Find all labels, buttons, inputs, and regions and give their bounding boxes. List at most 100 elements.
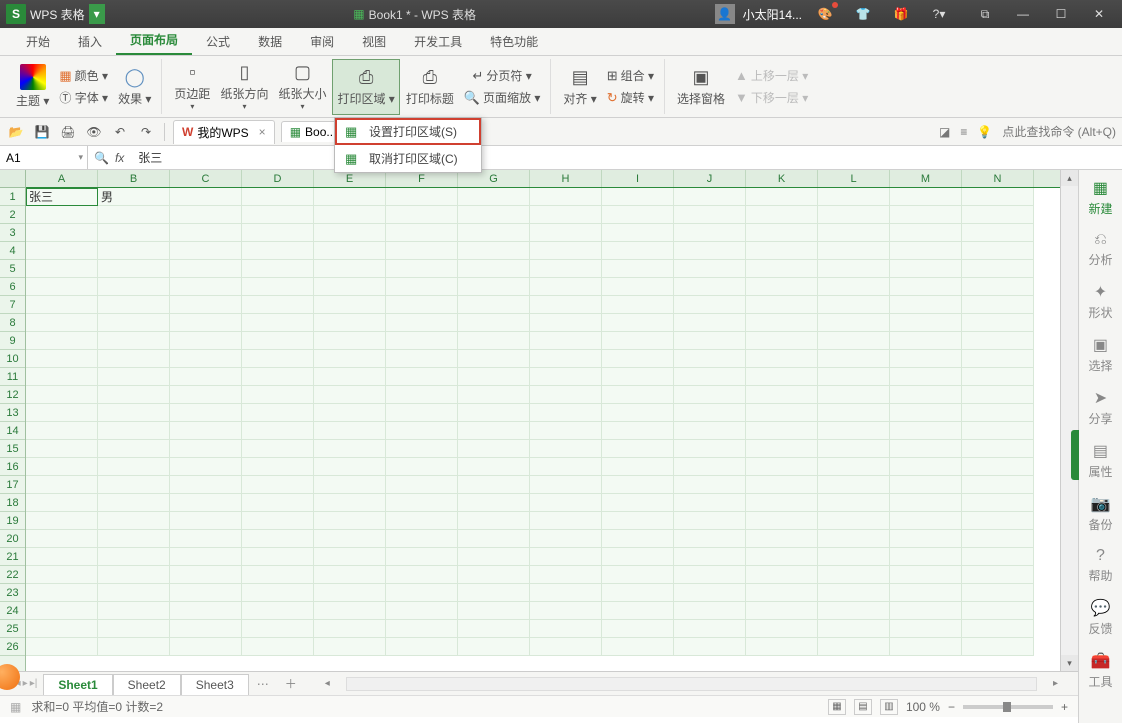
cell-A2[interactable]: [26, 206, 98, 224]
cell-K26[interactable]: [746, 638, 818, 656]
cell-I12[interactable]: [602, 386, 674, 404]
cell-F4[interactable]: [386, 242, 458, 260]
print-area-button[interactable]: ⎙打印区域 ▾: [332, 59, 399, 115]
align-button[interactable]: ▤对齐 ▾: [559, 59, 600, 115]
cell-L13[interactable]: [818, 404, 890, 422]
scale-button[interactable]: 🔍页面缩放 ▾: [460, 87, 545, 109]
cell-L7[interactable]: [818, 296, 890, 314]
skin-icon[interactable]: 🎨: [810, 0, 840, 28]
cell-N3[interactable]: [962, 224, 1034, 242]
cell-C14[interactable]: [170, 422, 242, 440]
cell-J20[interactable]: [674, 530, 746, 548]
cell-F18[interactable]: [386, 494, 458, 512]
cell-A22[interactable]: [26, 566, 98, 584]
cell-H9[interactable]: [530, 332, 602, 350]
cell-L24[interactable]: [818, 602, 890, 620]
scroll-down-icon[interactable]: ▾: [1061, 655, 1078, 671]
cell-B8[interactable]: [98, 314, 170, 332]
row-header-14[interactable]: 14: [0, 422, 25, 440]
cell-M21[interactable]: [890, 548, 962, 566]
cell-K2[interactable]: [746, 206, 818, 224]
cell-N5[interactable]: [962, 260, 1034, 278]
cell-M6[interactable]: [890, 278, 962, 296]
next-sheet-icon[interactable]: ▸: [23, 678, 28, 689]
cell-K14[interactable]: [746, 422, 818, 440]
cell-A20[interactable]: [26, 530, 98, 548]
cell-H6[interactable]: [530, 278, 602, 296]
cell-D24[interactable]: [242, 602, 314, 620]
cell-K18[interactable]: [746, 494, 818, 512]
cell-H8[interactable]: [530, 314, 602, 332]
cell-I10[interactable]: [602, 350, 674, 368]
side-select[interactable]: ▣选择: [1088, 335, 1112, 374]
cell-A21[interactable]: [26, 548, 98, 566]
cell-H23[interactable]: [530, 584, 602, 602]
hscroll-left-icon[interactable]: ◂: [325, 678, 330, 689]
col-header-J[interactable]: J: [674, 170, 746, 187]
cell-G22[interactable]: [458, 566, 530, 584]
side-new[interactable]: ▦新建: [1088, 178, 1112, 217]
cell-J3[interactable]: [674, 224, 746, 242]
cell-E18[interactable]: [314, 494, 386, 512]
cell-M25[interactable]: [890, 620, 962, 638]
cell-D10[interactable]: [242, 350, 314, 368]
close-button[interactable]: ✕: [1084, 0, 1114, 28]
row-header-11[interactable]: 11: [0, 368, 25, 386]
cell-G23[interactable]: [458, 584, 530, 602]
side-tool[interactable]: 🧰工具: [1088, 651, 1112, 690]
cell-D4[interactable]: [242, 242, 314, 260]
redo-icon[interactable]: ↷: [136, 122, 156, 142]
undo-icon[interactable]: ↶: [110, 122, 130, 142]
cell-F19[interactable]: [386, 512, 458, 530]
cell-F3[interactable]: [386, 224, 458, 242]
cell-D8[interactable]: [242, 314, 314, 332]
cell-K13[interactable]: [746, 404, 818, 422]
cell-A23[interactable]: [26, 584, 98, 602]
cell-K6[interactable]: [746, 278, 818, 296]
tab-review[interactable]: 审阅: [296, 27, 348, 55]
cell-M26[interactable]: [890, 638, 962, 656]
cell-D17[interactable]: [242, 476, 314, 494]
cell-G21[interactable]: [458, 548, 530, 566]
cell-G24[interactable]: [458, 602, 530, 620]
cell-N2[interactable]: [962, 206, 1034, 224]
size-button[interactable]: ▢纸张大小▾: [274, 59, 330, 115]
cell-A6[interactable]: [26, 278, 98, 296]
cell-N8[interactable]: [962, 314, 1034, 332]
row-header-10[interactable]: 10: [0, 350, 25, 368]
name-box[interactable]: A1: [0, 146, 88, 169]
cell-J23[interactable]: [674, 584, 746, 602]
cell-K9[interactable]: [746, 332, 818, 350]
vertical-scrollbar[interactable]: ▴ ▾: [1060, 170, 1078, 671]
cell-C3[interactable]: [170, 224, 242, 242]
cell-C9[interactable]: [170, 332, 242, 350]
row-header-2[interactable]: 2: [0, 206, 25, 224]
tab-view[interactable]: 视图: [348, 27, 400, 55]
cell-C6[interactable]: [170, 278, 242, 296]
cell-A25[interactable]: [26, 620, 98, 638]
cell-D21[interactable]: [242, 548, 314, 566]
cell-J16[interactable]: [674, 458, 746, 476]
cell-G2[interactable]: [458, 206, 530, 224]
cell-B13[interactable]: [98, 404, 170, 422]
cell-D26[interactable]: [242, 638, 314, 656]
cell-E4[interactable]: [314, 242, 386, 260]
cell-M23[interactable]: [890, 584, 962, 602]
cell-C21[interactable]: [170, 548, 242, 566]
cell-J10[interactable]: [674, 350, 746, 368]
cell-L4[interactable]: [818, 242, 890, 260]
zoom-in-button[interactable]: +: [1061, 700, 1068, 714]
cell-J24[interactable]: [674, 602, 746, 620]
row-header-6[interactable]: 6: [0, 278, 25, 296]
fx-label[interactable]: fx: [115, 151, 124, 165]
gift-icon[interactable]: 🎁: [886, 0, 916, 28]
row-header-21[interactable]: 21: [0, 548, 25, 566]
cell-G5[interactable]: [458, 260, 530, 278]
cell-B16[interactable]: [98, 458, 170, 476]
col-header-L[interactable]: L: [818, 170, 890, 187]
cell-L25[interactable]: [818, 620, 890, 638]
cell-M18[interactable]: [890, 494, 962, 512]
cell-H20[interactable]: [530, 530, 602, 548]
app-menu-dropdown[interactable]: ▾: [89, 4, 105, 24]
cell-B10[interactable]: [98, 350, 170, 368]
